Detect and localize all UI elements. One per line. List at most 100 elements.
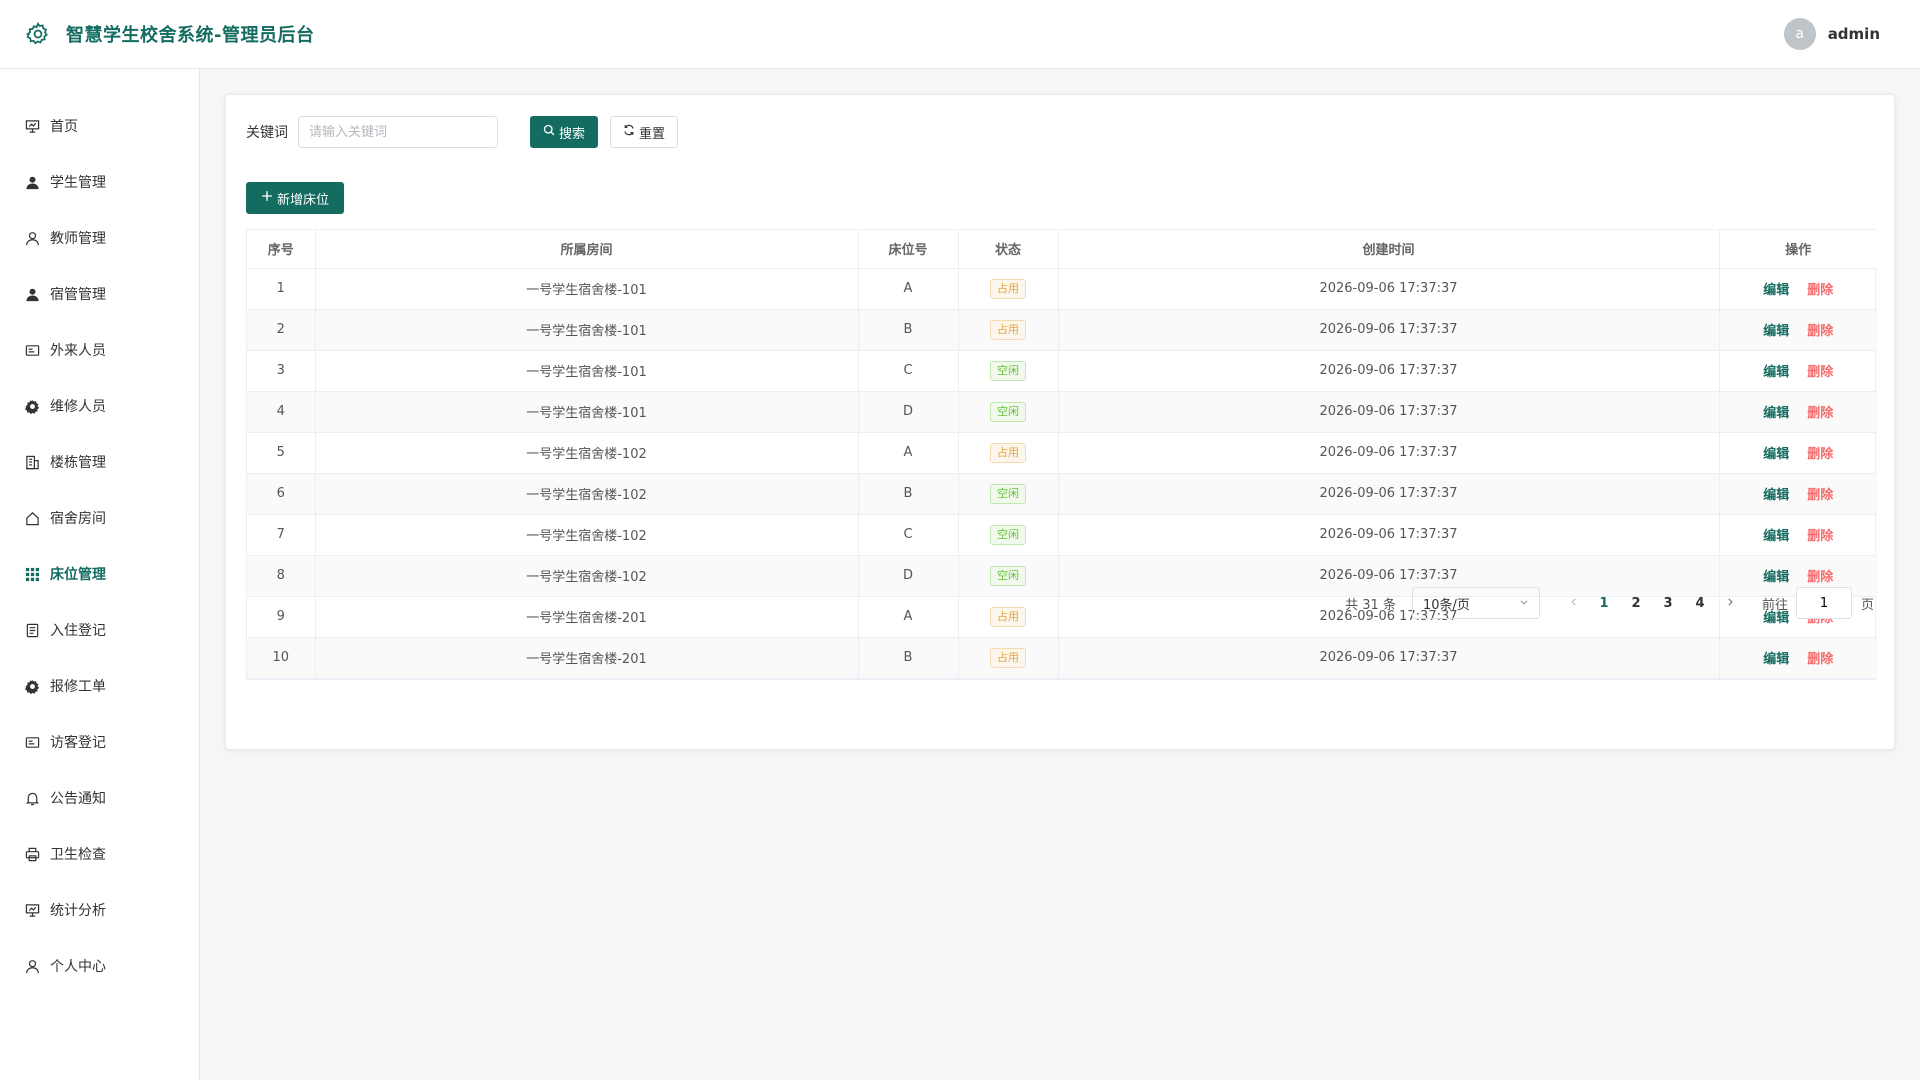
prev-page-button[interactable] xyxy=(1560,596,1588,611)
delete-button[interactable]: 删除 xyxy=(1807,406,1833,421)
cell-bed: D xyxy=(858,555,959,597)
house-icon xyxy=(24,510,40,526)
reset-button-label: 重置 xyxy=(639,126,666,142)
page-number[interactable]: 2 xyxy=(1620,596,1652,611)
sidebar-item-checkin[interactable]: 入住登记 xyxy=(0,602,199,658)
cell-status: 空闲 xyxy=(958,473,1059,515)
table-row: 5 一号学生宿舍楼-102 A 占用 2026-09-06 17:37:37 编辑 删除 xyxy=(247,432,1877,474)
sidebar-item-label: 个人中心 xyxy=(50,959,106,975)
next-page-button[interactable] xyxy=(1716,596,1744,611)
printer-icon xyxy=(24,846,40,862)
cell-actions: 编辑 删除 xyxy=(1719,637,1877,679)
edit-button[interactable]: 编辑 xyxy=(1763,652,1789,667)
edit-button[interactable]: 编辑 xyxy=(1763,324,1789,339)
sidebar-item-label: 外来人员 xyxy=(50,343,106,359)
cell-room: 一号学生宿舍楼-102 xyxy=(315,555,859,597)
table-row: 4 一号学生宿舍楼-101 D 空闲 2026-09-06 17:37:37 编辑 删除 xyxy=(247,391,1877,433)
delete-button[interactable]: 删除 xyxy=(1807,447,1833,462)
table-row: 1 一号学生宿舍楼-101 A 占用 2026-09-06 17:37:37 编辑 删除 xyxy=(247,268,1877,310)
cell-actions: 编辑 删除 xyxy=(1719,514,1877,556)
edit-button[interactable]: 编辑 xyxy=(1763,447,1789,462)
delete-button[interactable]: 删除 xyxy=(1807,283,1833,298)
cell-status: 占用 xyxy=(958,637,1059,679)
edit-button[interactable]: 编辑 xyxy=(1763,570,1789,585)
cell-created: 2026-09-06 17:37:37 xyxy=(1058,473,1720,515)
sidebar-item-repair-orders[interactable]: 报修工单 xyxy=(0,658,199,714)
user-menu[interactable]: a admin xyxy=(1783,18,1880,50)
cell-index: 6 xyxy=(247,473,316,515)
user-icon xyxy=(24,230,40,246)
page-number[interactable]: 3 xyxy=(1652,596,1684,611)
page-size-select[interactable]: 10条/页 xyxy=(1411,587,1540,619)
cell-index: 1 xyxy=(247,268,316,310)
goto-suffix: 页 xyxy=(1860,597,1874,613)
table-row: 3 一号学生宿舍楼-101 C 空闲 2026-09-06 17:37:37 编辑 删除 xyxy=(247,350,1877,392)
sidebar-item-home[interactable]: 首页 xyxy=(0,98,199,154)
sidebar-item-statistics[interactable]: 统计分析 xyxy=(0,882,199,938)
column-header: 序号 xyxy=(247,230,316,269)
main-card: 关键词 搜索 重置 新增床位 xyxy=(225,94,1895,750)
page-number[interactable]: 4 xyxy=(1684,596,1716,611)
edit-button[interactable]: 编辑 xyxy=(1763,406,1789,421)
keyword-input[interactable] xyxy=(298,116,498,148)
search-button[interactable]: 搜索 xyxy=(530,116,599,148)
cell-room: 一号学生宿舍楼-101 xyxy=(315,309,859,351)
cell-actions: 编辑 删除 xyxy=(1719,391,1877,433)
cell-room: 一号学生宿舍楼-102 xyxy=(315,514,859,556)
delete-button[interactable]: 删除 xyxy=(1807,652,1833,667)
status-badge: 占用 xyxy=(990,647,1026,668)
sidebar-item-students[interactable]: 学生管理 xyxy=(0,154,199,210)
cell-index: 4 xyxy=(247,391,316,433)
edit-button[interactable]: 编辑 xyxy=(1763,488,1789,503)
cell-index: 2 xyxy=(247,309,316,351)
delete-button[interactable]: 删除 xyxy=(1807,365,1833,380)
sidebar-item-teachers[interactable]: 教师管理 xyxy=(0,210,199,266)
cell-created: 2026-09-06 17:37:37 xyxy=(1058,309,1720,351)
username[interactable]: admin xyxy=(1828,25,1880,43)
search-icon xyxy=(543,124,555,140)
cell-bed: A xyxy=(858,432,959,474)
user-filled-icon xyxy=(24,286,40,302)
cell-room: 一号学生宿舍楼-102 xyxy=(315,473,859,515)
delete-button[interactable]: 删除 xyxy=(1807,324,1833,339)
edit-button[interactable]: 编辑 xyxy=(1763,283,1789,298)
cell-room: 一号学生宿舍楼-101 xyxy=(315,268,859,310)
sidebar-item-notices[interactable]: 公告通知 xyxy=(0,770,199,826)
keyword-label: 关键词 xyxy=(246,125,288,141)
refresh-icon xyxy=(623,124,635,140)
add-bed-button[interactable]: 新增床位 xyxy=(246,182,345,214)
avatar[interactable]: a xyxy=(1783,18,1816,50)
edit-button[interactable]: 编辑 xyxy=(1763,529,1789,544)
cell-created: 2026-09-06 17:37:37 xyxy=(1058,268,1720,310)
delete-button[interactable]: 删除 xyxy=(1807,570,1833,585)
cell-actions: 编辑 删除 xyxy=(1719,268,1877,310)
table-row: 10 一号学生宿舍楼-201 B 占用 2026-09-06 17:37:37 编辑 删除 xyxy=(247,637,1877,679)
sidebar-item-label: 学生管理 xyxy=(50,175,106,191)
status-badge: 空闲 xyxy=(990,360,1026,381)
sidebar-item-label: 床位管理 xyxy=(50,567,106,583)
gear-icon xyxy=(24,20,52,48)
sidebar-item-outsiders[interactable]: 外来人员 xyxy=(0,322,199,378)
cell-index: 7 xyxy=(247,514,316,556)
delete-button[interactable]: 删除 xyxy=(1807,529,1833,544)
goto-label: 前往 xyxy=(1761,597,1788,613)
reset-button[interactable]: 重置 xyxy=(610,116,679,148)
sidebar-item-dorm-managers[interactable]: 宿管管理 xyxy=(0,266,199,322)
edit-button[interactable]: 编辑 xyxy=(1763,365,1789,380)
table-row: 7 一号学生宿舍楼-102 C 空闲 2026-09-06 17:37:37 编辑 删除 xyxy=(247,514,1877,556)
sidebar-item-buildings[interactable]: 楼栋管理 xyxy=(0,434,199,490)
delete-button[interactable]: 删除 xyxy=(1807,488,1833,503)
sidebar-item-profile[interactable]: 个人中心 xyxy=(0,938,199,994)
sidebar-item-repair-staff[interactable]: 维修人员 xyxy=(0,378,199,434)
sidebar-item-rooms[interactable]: 宿舍房间 xyxy=(0,490,199,546)
cell-created: 2026-09-06 17:37:37 xyxy=(1058,637,1720,679)
sidebar-item-beds[interactable]: 床位管理 xyxy=(0,546,199,602)
status-badge: 占用 xyxy=(990,278,1026,299)
sidebar-item-hygiene[interactable]: 卫生检查 xyxy=(0,826,199,882)
sidebar-item-visitors[interactable]: 访客登记 xyxy=(0,714,199,770)
page-size-value: 10条/页 xyxy=(1422,597,1470,613)
page-number[interactable]: 1 xyxy=(1588,596,1620,611)
chevron-right-icon xyxy=(1728,598,1733,605)
cell-status: 占用 xyxy=(958,268,1059,310)
goto-page-input[interactable] xyxy=(1795,587,1852,619)
